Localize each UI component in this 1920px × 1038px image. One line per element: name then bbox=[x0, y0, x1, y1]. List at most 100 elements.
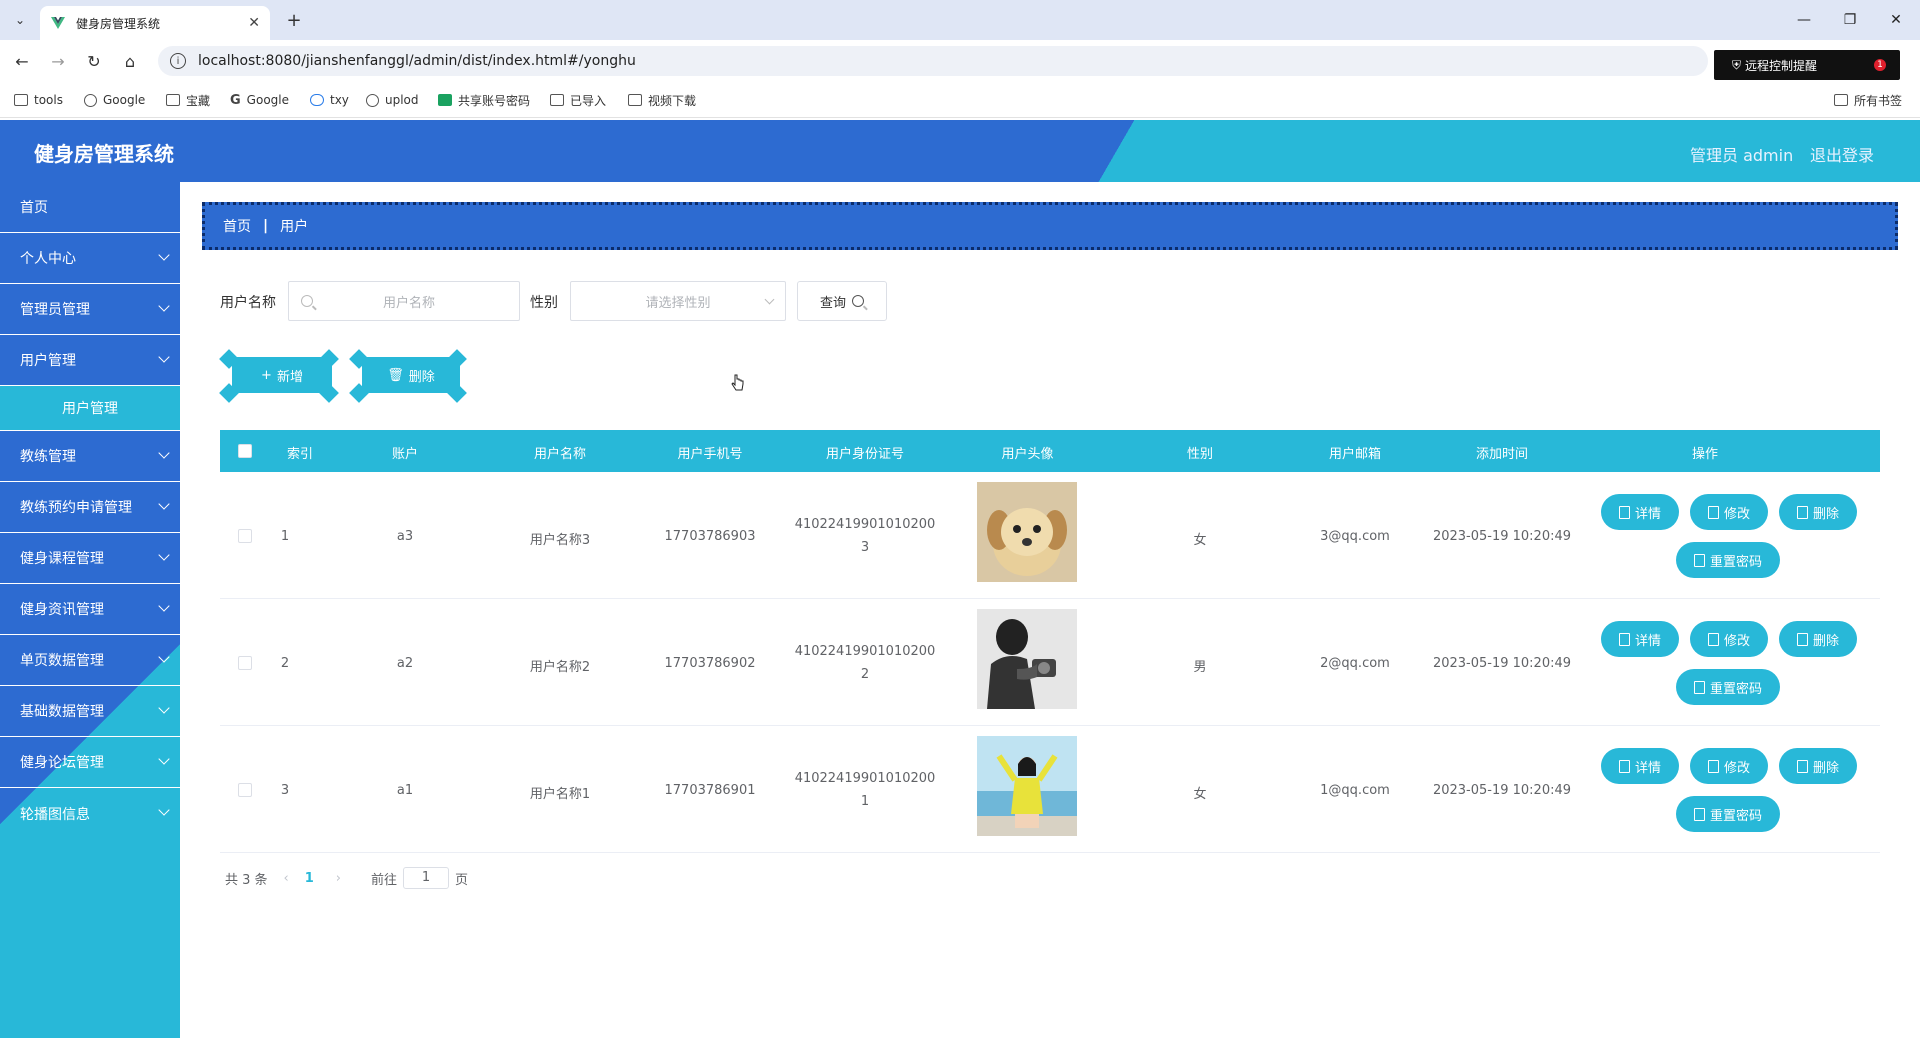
minimize-icon[interactable]: — bbox=[1784, 8, 1824, 32]
bookmark-google-2[interactable]: G Google bbox=[230, 90, 289, 110]
url-input[interactable]: i localhost:8080/jianshenfanggl/admin/di… bbox=[158, 46, 1708, 76]
close-tab-icon[interactable]: ✕ bbox=[248, 15, 260, 31]
row-delete-button[interactable]: 删除 bbox=[1781, 750, 1855, 782]
delete-button[interactable]: 🗑 删除 bbox=[362, 357, 460, 393]
tab-title: 健身房管理系统 bbox=[76, 16, 161, 31]
query-button[interactable]: 查询 bbox=[797, 281, 887, 321]
row-checkbox[interactable] bbox=[238, 783, 252, 797]
sidebar: 首页 个人中心 管理员管理 用户管理 用户管理 教练管理 教练预约申请管理 健身… bbox=[0, 182, 180, 1038]
bookmark-imported[interactable]: 已导入 bbox=[550, 90, 606, 110]
sidebar-item-news[interactable]: 健身资讯管理 bbox=[0, 584, 180, 635]
breadcrumb-separator: | bbox=[263, 218, 269, 234]
bookmark-video-download[interactable]: 视频下载 bbox=[628, 90, 696, 110]
sidebar-item-forum[interactable]: 健身论坛管理 bbox=[0, 737, 180, 788]
remote-control-badge[interactable]: ⛨ 远程控制提醒 1 bbox=[1714, 50, 1900, 80]
site-info-icon[interactable]: i bbox=[170, 53, 186, 69]
sidebar-item-coaches[interactable]: 教练管理 bbox=[0, 431, 180, 482]
current-page[interactable]: 1 bbox=[305, 871, 314, 886]
sidebar-subitem-user-management[interactable]: 用户管理 bbox=[0, 386, 180, 431]
bookmark-baozang[interactable]: 宝藏 bbox=[166, 90, 210, 110]
edit-button[interactable]: 修改 bbox=[1692, 496, 1766, 528]
bookmarks-bar: tools Google 宝藏 G Google txy uplod 共享账号密码… bbox=[0, 82, 1920, 118]
col-username: 用户名称 bbox=[533, 447, 586, 462]
forward-icon[interactable]: → bbox=[46, 49, 70, 73]
col-id-number: 用户身份证号 bbox=[825, 447, 904, 462]
notification-count: 1 bbox=[1874, 59, 1886, 71]
col-email: 用户邮箱 bbox=[1328, 447, 1381, 462]
reset-password-button[interactable]: 重置密码 bbox=[1678, 671, 1778, 703]
search-icon bbox=[301, 295, 313, 307]
detail-button[interactable]: 详情 bbox=[1603, 750, 1677, 782]
reload-icon[interactable]: ↻ bbox=[82, 49, 106, 73]
sidebar-item-base-data[interactable]: 基础数据管理 bbox=[0, 686, 180, 737]
bookmark-tools[interactable]: tools bbox=[14, 90, 63, 110]
detail-button[interactable]: 详情 bbox=[1603, 623, 1677, 655]
col-actions: 操作 bbox=[1691, 447, 1718, 462]
prev-page-icon[interactable]: ‹ bbox=[284, 871, 289, 886]
goto-page-input[interactable]: 1 bbox=[403, 867, 450, 889]
row-checkbox[interactable] bbox=[238, 529, 252, 543]
edit-button[interactable]: 修改 bbox=[1692, 623, 1766, 655]
avatar-puppy bbox=[977, 482, 1077, 582]
close-window-icon[interactable]: ✕ bbox=[1876, 8, 1916, 32]
bookmark-uplod[interactable]: uplod bbox=[366, 90, 419, 110]
gender-select[interactable]: 请选择性别 bbox=[570, 281, 786, 321]
row-checkbox[interactable] bbox=[238, 656, 252, 670]
shield-icon: ⛨ bbox=[1732, 57, 1742, 72]
chevron-down-icon bbox=[158, 651, 170, 663]
sidebar-item-single-page[interactable]: 单页数据管理 bbox=[0, 635, 180, 686]
avatar-man-camera bbox=[977, 609, 1077, 709]
sidebar-item-coach-booking[interactable]: 教练预约申请管理 bbox=[0, 482, 180, 533]
sidebar-item-admins[interactable]: 管理员管理 bbox=[0, 284, 180, 335]
edit-button[interactable]: 修改 bbox=[1692, 750, 1766, 782]
table-row: 1 a3 用户名称3 17703786903 41022419901010200… bbox=[220, 472, 1880, 599]
browser-tabbar: ⌄ 健身房管理系统 ✕ + — ❐ ✕ bbox=[0, 0, 1920, 40]
select-all-checkbox[interactable] bbox=[238, 444, 252, 458]
breadcrumb-home[interactable]: 首页 bbox=[223, 216, 251, 236]
chevron-down-icon bbox=[158, 549, 170, 561]
uplod-icon bbox=[366, 93, 379, 107]
next-page-icon[interactable]: › bbox=[336, 871, 341, 886]
home-icon[interactable]: ⌂ bbox=[118, 49, 142, 73]
new-tab-icon[interactable]: + bbox=[282, 8, 306, 32]
cloud-icon bbox=[310, 94, 324, 106]
reset-password-button[interactable]: 重置密码 bbox=[1678, 544, 1778, 576]
chevron-down-icon bbox=[158, 600, 170, 612]
row-delete-button[interactable]: 删除 bbox=[1781, 623, 1855, 655]
page-unit: 页 bbox=[455, 872, 469, 888]
app-title: 健身房管理系统 bbox=[34, 142, 174, 166]
sidebar-item-profile[interactable]: 个人中心 bbox=[0, 233, 180, 284]
sidebar-item-carousel[interactable]: 轮播图信息 bbox=[0, 788, 180, 839]
folder-icon bbox=[550, 94, 564, 106]
gender-label: 性别 bbox=[530, 295, 558, 311]
username-search-input[interactable]: 用户名称 bbox=[288, 281, 520, 321]
row-delete-button[interactable]: 删除 bbox=[1781, 496, 1855, 528]
folder-icon bbox=[1834, 94, 1848, 106]
url-text: localhost:8080/jianshenfanggl/admin/dist… bbox=[198, 53, 636, 69]
sidebar-item-home[interactable]: 首页 bbox=[0, 182, 180, 233]
logout-link[interactable]: 退出登录 bbox=[1810, 142, 1874, 166]
bookmark-shared-accounts[interactable]: 共享账号密码 bbox=[438, 90, 530, 110]
browser-tab[interactable]: 健身房管理系统 ✕ bbox=[40, 6, 270, 40]
plus-icon: + bbox=[261, 367, 272, 383]
reset-password-button[interactable]: 重置密码 bbox=[1678, 798, 1778, 830]
bookmark-txy[interactable]: txy bbox=[310, 90, 349, 110]
col-avatar: 用户头像 bbox=[1001, 447, 1054, 462]
chevron-down-icon bbox=[158, 753, 170, 765]
sidebar-item-courses[interactable]: 健身课程管理 bbox=[0, 533, 180, 584]
restore-icon[interactable]: ❐ bbox=[1830, 8, 1870, 32]
tab-list-icon[interactable]: ⌄ bbox=[8, 9, 32, 31]
folder-icon bbox=[14, 94, 28, 106]
bookmark-google-1[interactable]: Google bbox=[84, 90, 145, 110]
goto-label: 前往 bbox=[371, 872, 398, 888]
chevron-down-icon bbox=[158, 300, 170, 312]
detail-button[interactable]: 详情 bbox=[1603, 496, 1677, 528]
back-icon[interactable]: ← bbox=[10, 49, 34, 73]
address-bar: ← → ↻ ⌂ i localhost:8080/jianshenfanggl/… bbox=[0, 40, 1920, 82]
globe-icon bbox=[84, 93, 97, 107]
col-index: 索引 bbox=[286, 447, 313, 462]
sheet-icon bbox=[438, 94, 452, 106]
sidebar-item-users[interactable]: 用户管理 bbox=[0, 335, 180, 386]
add-button[interactable]: + 新增 bbox=[232, 357, 332, 393]
all-bookmarks[interactable]: 所有书签 bbox=[1834, 90, 1902, 110]
